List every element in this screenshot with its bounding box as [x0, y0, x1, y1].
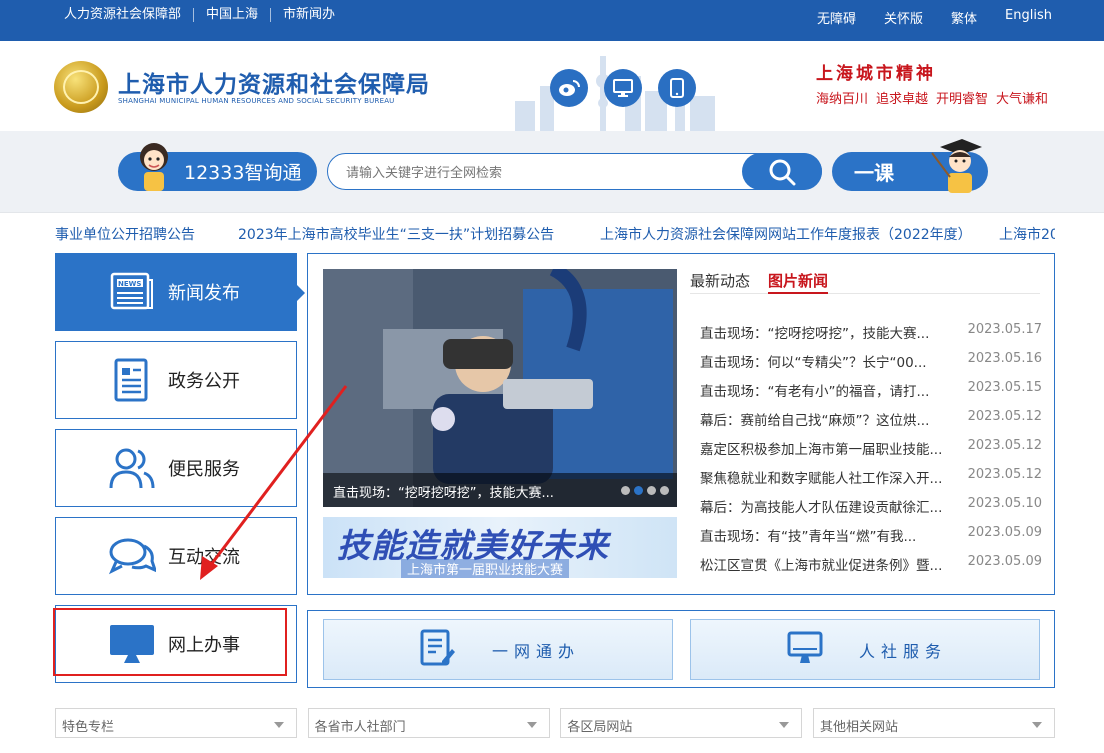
assistant-avatar-icon: [140, 143, 168, 191]
bureau-logo[interactable]: [54, 61, 108, 113]
list-item[interactable]: 幕后：为高技能人才队伍建设贡献徐汇... 2023.05.10: [700, 496, 1042, 525]
city-spirit-words: 海纳百川 追求卓越 开明睿智 大气谦和: [816, 88, 1048, 107]
list-item[interactable]: 直击现场：有“技”青年当“燃”有我... 2023.05.09: [700, 525, 1042, 554]
yiwangtongban-button[interactable]: 一网通办: [323, 619, 673, 680]
monitor-icon: [787, 631, 823, 669]
site-search: [327, 153, 822, 190]
search-input[interactable]: [346, 162, 736, 182]
news-panel: 直击现场：“挖呀挖呀挖”，技能大赛... 技能造就美好未来 上海市第一届职业技能…: [307, 253, 1055, 595]
list-item[interactable]: 幕后：赛前给自己找“麻烦”？这位烘... 2023.05.12: [700, 409, 1042, 438]
dropdown-district[interactable]: 各区局网站: [560, 708, 803, 738]
desktop-icon[interactable]: [604, 69, 642, 107]
link-china-shanghai[interactable]: 中国上海: [193, 8, 270, 22]
skills-banner[interactable]: 技能造就美好未来 上海市第一届职业技能大赛: [323, 517, 677, 578]
ticker-item[interactable]: 事业单位公开招聘公告: [55, 224, 195, 244]
service-label: 人社服务: [859, 641, 948, 661]
site-subtitle: SHANGHAI MUNICIPAL HUMAN RESOURCES AND S…: [118, 97, 395, 105]
ticker-item[interactable]: 2023年上海市高校毕业生“三支一扶”计划招募公告: [238, 224, 554, 244]
top-links: 人力资源社会保障部 中国上海 市新闻办: [64, 8, 347, 22]
people-icon: [108, 446, 156, 490]
carousel-dot[interactable]: [660, 486, 669, 495]
weibo-icon[interactable]: [550, 69, 588, 107]
nav-label: 政务公开: [168, 371, 240, 392]
carousel-dot[interactable]: [647, 486, 656, 495]
news-photo-carousel[interactable]: 直击现场：“挖呀挖呀挖”，技能大赛...: [323, 269, 677, 507]
dropdown-provincial[interactable]: 各省市人社部门: [307, 708, 550, 738]
link-english[interactable]: English: [1005, 8, 1052, 27]
spirit-word: 大气谦和: [996, 92, 1049, 107]
renshe-service-button[interactable]: 人社服务: [690, 619, 1040, 680]
top-right-links: 无障碍 关怀版 繁体 English: [789, 8, 1052, 27]
form-edit-icon: [420, 629, 456, 671]
nav-label: 互动交流: [168, 547, 240, 568]
news-photo: [323, 269, 677, 507]
ticker-item[interactable]: 上海市20: [999, 224, 1055, 244]
list-item[interactable]: 直击现场：何以“专精尖”？长宁“00... 2023.05.16: [700, 351, 1042, 380]
link-news-office[interactable]: 市新闻办: [270, 8, 347, 22]
nav-interaction[interactable]: 互动交流: [55, 517, 297, 595]
spirit-word: 开明睿智: [936, 92, 989, 107]
related-links-bar: 特色专栏 各省市人社部门 各区局网站 其他相关网站: [55, 708, 1055, 738]
service-panel: 一网通办 人社服务: [307, 610, 1055, 688]
yike-label: 一课: [854, 161, 894, 185]
zhixuntong-label: 12333智询通: [184, 162, 302, 184]
list-item[interactable]: 松江区宣贯《上海市就业促进条例》暨... 2023.05.09: [700, 554, 1042, 583]
list-item[interactable]: 直击现场：“挖呀挖呀挖”，技能大赛... 2023.05.17: [700, 322, 1042, 351]
document-icon: [108, 358, 156, 402]
top-bar: 人力资源社会保障部 中国上海 市新闻办 无障碍 关怀版 繁体 English: [0, 0, 1104, 41]
news-list: 直击现场：“挖呀挖呀挖”，技能大赛... 2023.05.17 直击现场：何以“专…: [700, 322, 1042, 583]
list-item[interactable]: 直击现场：“有老有小”的福音，请打... 2023.05.15: [700, 380, 1042, 409]
nav-label: 新闻发布: [168, 283, 240, 304]
dropdown-other[interactable]: 其他相关网站: [812, 708, 1055, 738]
announcement-ticker: 事业单位公开招聘公告 2023年上海市高校毕业生“三支一扶”计划招募公告 上海市…: [55, 222, 1055, 244]
news-tabs: 最新动态 图片新闻: [690, 270, 1040, 294]
ticker-item[interactable]: 上海市人力资源社会保障网网站工作年度报表（2022年度）: [600, 224, 972, 244]
spirit-word: 追求卓越: [876, 92, 929, 107]
header: 上海市人力资源和社会保障局 SHANGHAI MUNICIPAL HUMAN R…: [0, 41, 1104, 131]
nav-government-affairs[interactable]: 政务公开: [55, 341, 297, 419]
dropdown-featured[interactable]: 特色专栏: [55, 708, 297, 738]
mobile-icon[interactable]: [658, 69, 696, 107]
link-accessibility[interactable]: 无障碍: [817, 8, 856, 27]
search-band: 12333智询通 一课: [0, 131, 1104, 213]
nav-label: 便民服务: [168, 459, 240, 480]
tab-photo-news[interactable]: 图片新闻: [768, 270, 829, 294]
list-item[interactable]: 聚焦稳就业和数字赋能人社工作深入开... 2023.05.12: [700, 467, 1042, 496]
tab-latest[interactable]: 最新动态: [690, 270, 750, 293]
search-icon: [769, 159, 796, 185]
highlight-box: [53, 608, 287, 676]
list-item[interactable]: 嘉定区积极参加上海市第一届职业技能... 2023.05.12: [700, 438, 1042, 467]
nav-public-service[interactable]: 便民服务: [55, 429, 297, 507]
carousel-dots: [621, 486, 669, 495]
nav-news-release[interactable]: NEWS 新闻发布: [55, 253, 305, 331]
carousel-dot[interactable]: [621, 486, 630, 495]
spirit-word: 海纳百川: [816, 92, 869, 107]
banner-subtitle: 上海市第一届职业技能大赛: [401, 559, 570, 578]
link-care-version[interactable]: 关怀版: [884, 8, 923, 27]
link-traditional[interactable]: 繁体: [951, 8, 977, 27]
search-button[interactable]: [742, 153, 822, 190]
carousel-dot[interactable]: [634, 486, 643, 495]
site-title[interactable]: 上海市人力资源和社会保障局: [118, 65, 430, 99]
city-spirit-title: 上海城市精神: [816, 64, 936, 84]
service-label: 一网通办: [492, 641, 581, 661]
chat-icon: [108, 534, 156, 578]
news-icon: NEWS: [108, 270, 156, 314]
link-mohrss[interactable]: 人力资源社会保障部: [64, 8, 193, 22]
svg-text:NEWS: NEWS: [118, 280, 141, 288]
teacher-avatar-icon: [931, 139, 982, 193]
